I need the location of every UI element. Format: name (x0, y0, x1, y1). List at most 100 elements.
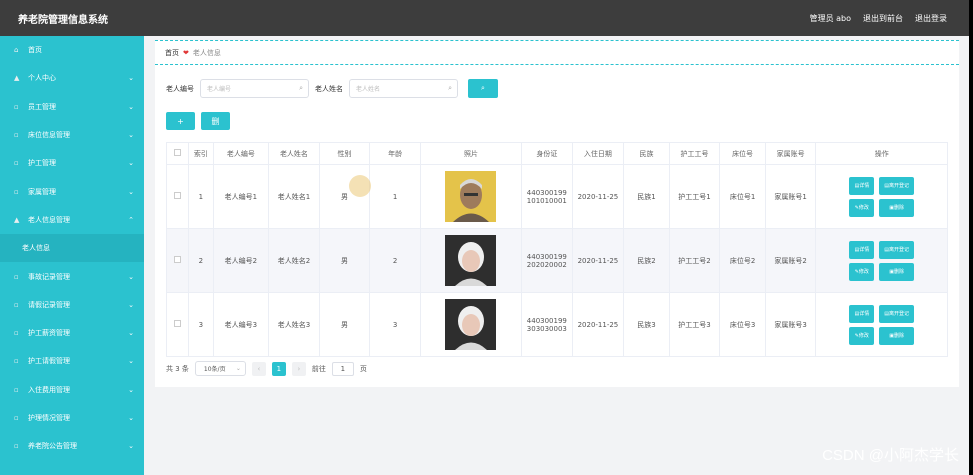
detail-label: 详情 (859, 183, 870, 189)
delete-button[interactable]: ▣ 删除 (879, 262, 914, 281)
delete-button[interactable]: ▣ 删除 (879, 198, 914, 217)
idcard-line1: 440300199 (526, 252, 567, 261)
sidebar-item-elderly[interactable]: ▲ 老人信息管理 ⌃ (0, 206, 144, 234)
cell-photo (419, 228, 523, 293)
row-select-cell[interactable] (165, 292, 190, 357)
breadcrumb-home[interactable]: 首页 (165, 48, 179, 58)
cell-bed: 床位号2 (719, 228, 766, 293)
sidebar-item-salary[interactable]: ▫ 护工薪资管理 ⌄ (0, 319, 144, 347)
pagination: 共 3 条 10条/页 ⌄ ‹ 1 › 前往 1 页 (166, 361, 367, 376)
sidebar-item-label: 护工薪资管理 (28, 329, 70, 338)
notice-icon: ▫ (14, 442, 19, 451)
page-1-button[interactable]: 1 (271, 361, 286, 376)
cell-date: 2020-11-25 (571, 292, 625, 357)
sidebar-item-accidents[interactable]: ▫ 事故记录管理 ⌄ (0, 262, 144, 290)
cell-family: 家属账号2 (764, 228, 817, 293)
sidebar-item-label: 首页 (28, 46, 42, 55)
mouse-cursor-highlight (349, 175, 371, 197)
leave-register-button[interactable]: ▤ 离开登记 (879, 304, 914, 323)
sidebar-item-label: 护理情况管理 (28, 414, 70, 422)
edit-button[interactable]: ✎ 修改 (849, 326, 875, 345)
sidebar-item-notices[interactable]: ▫ 养老院公告管理 ⌄ (0, 432, 144, 460)
cell-worker: 护工工号1 (668, 164, 721, 229)
cell-code: 老人编号2 (212, 228, 270, 293)
elder-photo (445, 235, 497, 286)
admin-label: 管理员 abo (809, 13, 851, 23)
sidebar-item-caregiver-leave[interactable]: ▫ 护工请假管理 ⌄ (0, 347, 144, 375)
user-icon: ▲ (14, 74, 20, 83)
sidebar-item-label: 老人信息 (22, 244, 50, 253)
detail-button[interactable]: ▤ 详情 (849, 240, 875, 259)
detail-label: 详情 (859, 247, 870, 253)
search-row: 老人编号 老人编号 ⌕ 老人姓名 老人姓名 ⌕ ⌕ (166, 79, 498, 98)
cell-age: 1 (369, 164, 421, 229)
elder-id-input[interactable]: 老人编号 ⌕ (200, 79, 309, 98)
cell-family: 家属账号3 (764, 292, 817, 357)
idcard-line2: 202020002 (526, 260, 567, 269)
edit-button[interactable]: ✎ 修改 (849, 262, 875, 281)
toolbar: + 删 (166, 112, 230, 130)
page-size-value: 10条/页 (203, 366, 226, 373)
idcard-line2: 101010001 (526, 196, 567, 205)
sidebar-item-caregivers[interactable]: ▫ 护工管理 ⌄ (0, 149, 144, 177)
chevron-down-icon: ⌄ (128, 357, 134, 366)
delete-label: 删除 (893, 333, 904, 339)
edit-label: 修改 (858, 333, 869, 339)
page-size-select[interactable]: 10条/页 ⌄ (194, 361, 246, 376)
goto-page-input[interactable]: 1 (331, 361, 354, 376)
cell-age: 3 (369, 292, 421, 357)
leave-register-button[interactable]: ▤ 离开登记 (879, 240, 914, 259)
row-select-cell[interactable] (165, 228, 190, 293)
delete-button[interactable]: ▣ 删除 (879, 326, 914, 345)
select-all-cell[interactable] (165, 142, 190, 165)
sidebar-item-leave[interactable]: ▫ 请假记录管理 ⌄ (0, 291, 144, 319)
row-checkbox[interactable] (174, 256, 182, 263)
detail-button[interactable]: ▤ 详情 (849, 304, 875, 323)
cell-worker: 护工工号2 (668, 228, 721, 293)
sidebar-item-family[interactable]: ▫ 家属管理 ⌄ (0, 177, 144, 205)
sidebar-item-beds[interactable]: ▫ 床位信息管理 ⌄ (0, 121, 144, 149)
breadcrumb: 首页 ❤ 老人信息 (155, 40, 959, 65)
family-icon: ▫ (14, 187, 19, 196)
elder-id-placeholder: 老人编号 (207, 86, 232, 93)
prev-page-button[interactable]: ‹ (251, 361, 266, 376)
sidebar-item-nursing[interactable]: ▫ 护理情况管理 ⌄ (0, 404, 144, 432)
sidebar-item-elderly-info[interactable]: 老人信息 (0, 234, 144, 263)
cell-bed: 床位号3 (719, 292, 766, 357)
sidebar-item-staff[interactable]: ▫ 员工管理 ⌄ (0, 93, 144, 121)
logout-link[interactable]: 退出登录 (915, 13, 947, 24)
search-icon: ⌕ (299, 84, 303, 92)
sidebar-item-label: 请假记录管理 (28, 300, 70, 309)
detail-button[interactable]: ▤ 详情 (849, 176, 875, 195)
row-checkbox[interactable] (174, 192, 182, 199)
back-to-front-link[interactable]: 退出到前台 (863, 13, 903, 24)
heart-icon: ❤ (183, 48, 189, 57)
sidebar-item-fees[interactable]: ▫ 入住费用管理 ⌄ (0, 376, 144, 404)
salary-icon: ▫ (14, 329, 19, 338)
elder-name-input[interactable]: 老人姓名 ⌕ (349, 79, 458, 98)
cell-date: 2020-11-25 (571, 228, 625, 293)
top-bar: 养老院管理信息系统 管理员 abo 退出到前台 退出登录 (0, 0, 969, 36)
batch-delete-button[interactable]: 删 (201, 112, 230, 130)
select-all-checkbox[interactable] (174, 149, 182, 156)
chevron-down-icon: ⌄ (128, 131, 134, 140)
search-button[interactable]: ⌕ (468, 79, 498, 98)
row-checkbox[interactable] (174, 320, 182, 327)
page-unit-label: 页 (359, 364, 367, 373)
col-header: 索引 (188, 142, 214, 165)
main-content: 首页 ❤ 老人信息 老人编号 老人编号 ⌕ 老人姓名 老人姓名 ⌕ ⌕ + 删 索引… (144, 36, 969, 475)
delete-label: 删除 (893, 205, 904, 211)
cell-nation: 民族3 (623, 292, 670, 357)
next-page-button[interactable]: › (291, 361, 306, 376)
sidebar-item-home[interactable]: ⌂ 首页 (0, 36, 144, 64)
sidebar-item-profile[interactable]: ▲ 个人中心 ⌄ (0, 64, 144, 92)
elder-photo (445, 299, 497, 350)
table-header-row: 索引 老人编号 老人姓名 性别 年龄 照片 身份证 入住日期 民族 护工工号 床… (165, 142, 948, 165)
cell-idcard: 440300199 202020002 (521, 228, 573, 293)
row-select-cell[interactable] (165, 164, 190, 229)
edit-button[interactable]: ✎ 修改 (849, 198, 875, 217)
chevron-down-icon: ⌄ (128, 159, 134, 168)
staff-icon: ▫ (14, 102, 19, 111)
add-button[interactable]: + (166, 112, 195, 130)
leave-register-button[interactable]: ▤ 离开登记 (879, 176, 914, 195)
